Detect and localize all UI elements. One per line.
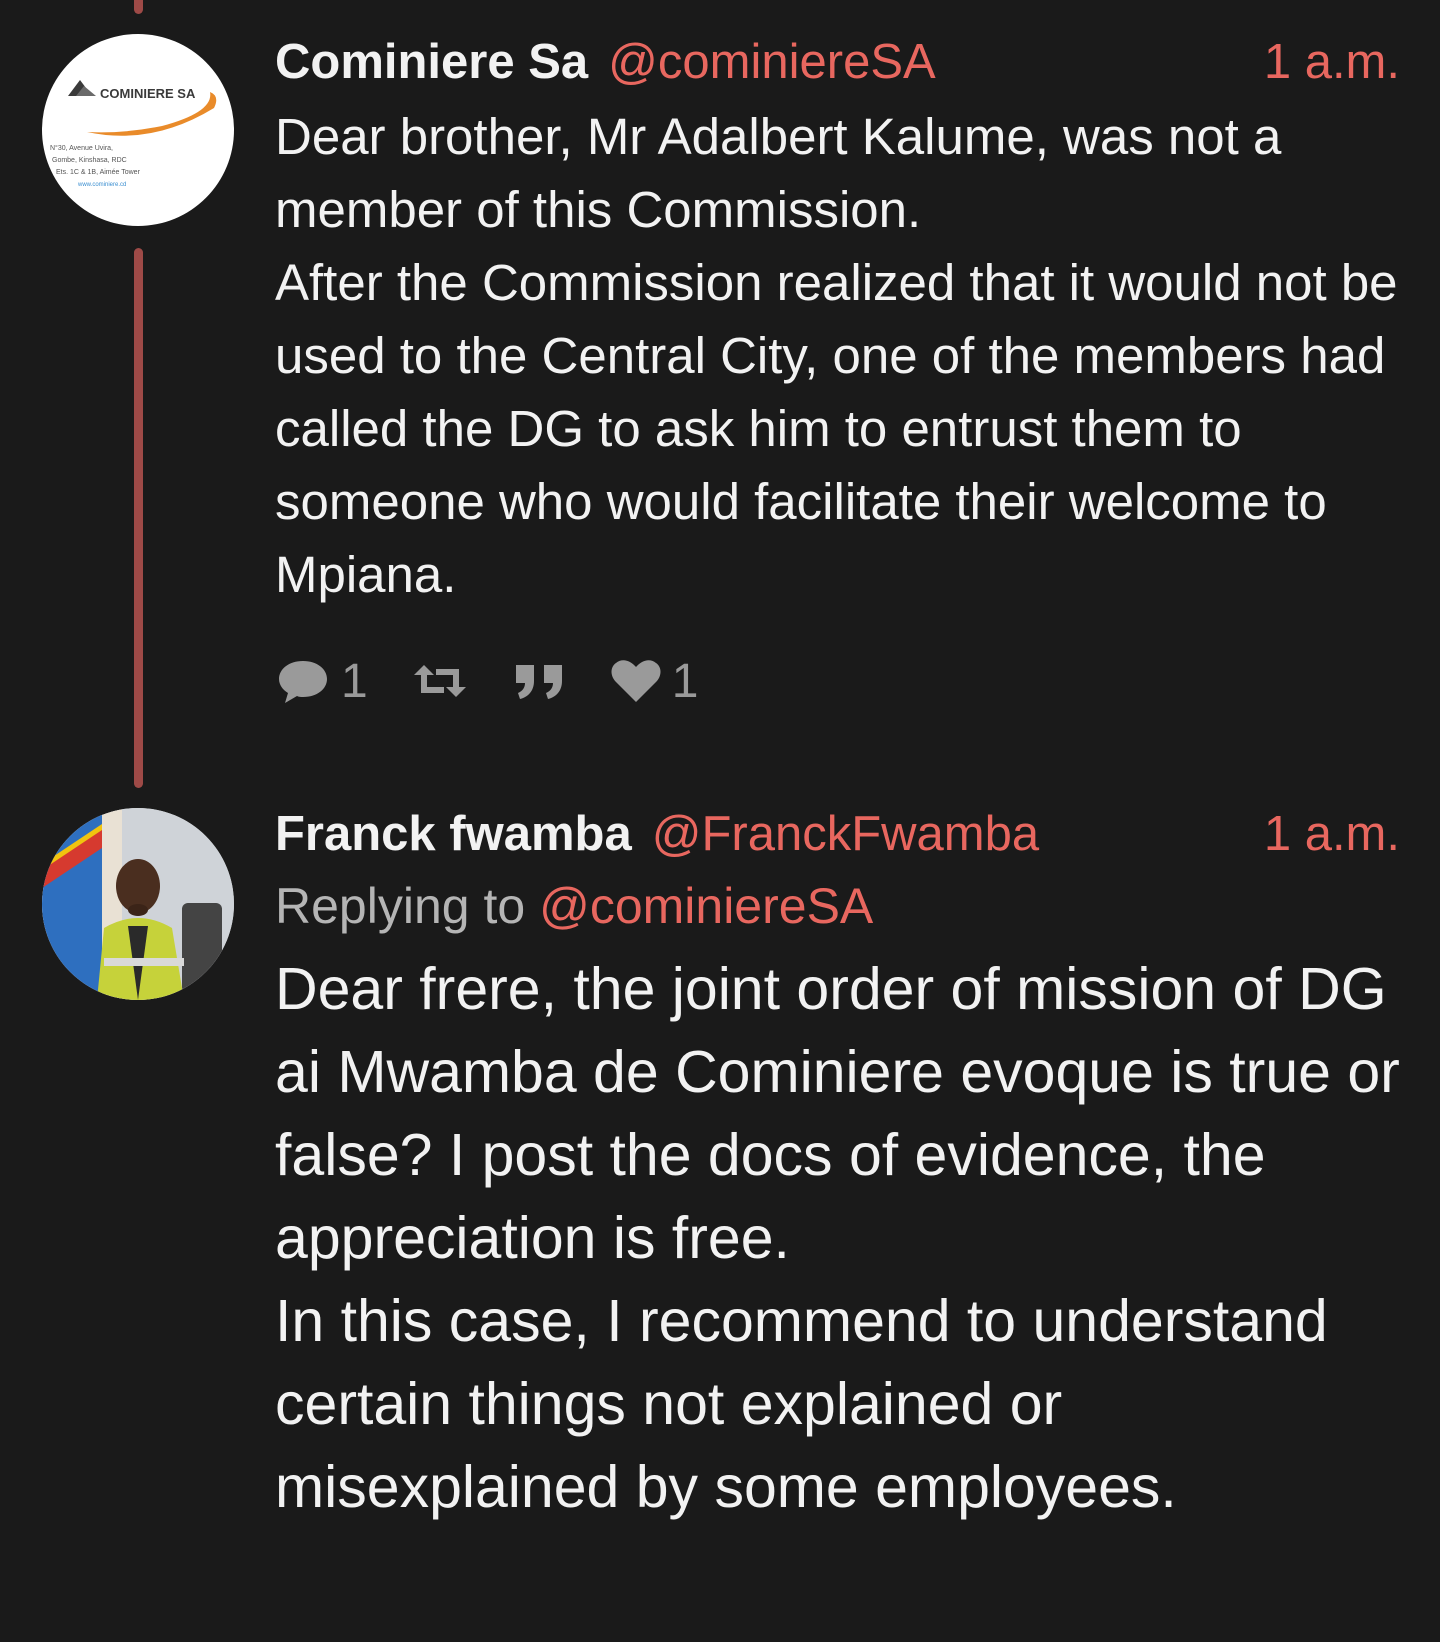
author-name[interactable]: Franck fwamba [275,807,632,861]
thread-line [134,248,143,788]
reply-count: 1 [341,654,368,708]
action-bar: 1 1 [275,651,1400,711]
quote-icon [515,665,562,699]
heart-icon [611,660,661,702]
svg-text:N°30, Avenue Uvira,: N°30, Avenue Uvira, [50,144,113,152]
author-handle[interactable]: @FranckFwamba [652,807,1039,861]
author-name[interactable]: Cominiere Sa [275,35,588,89]
comment-icon [279,661,327,703]
reply-button[interactable]: 1 [275,654,368,709]
tweet[interactable]: Franck fwamba @FranckFwamba 1 a.m. Replyi… [275,802,1400,1529]
svg-text:Gombe, Kinshasa, RDC: Gombe, Kinshasa, RDC [52,157,127,164]
quote-button[interactable] [512,659,568,703]
thread-line-top [134,0,143,14]
like-count: 1 [671,654,699,708]
timestamp[interactable]: 1 a.m. [1264,30,1400,94]
replying-to-handle[interactable]: @cominiereSA [539,878,873,934]
tweet-header: Franck fwamba @FranckFwamba 1 a.m. [275,802,1400,866]
timestamp[interactable]: 1 a.m. [1264,802,1400,866]
like-button[interactable]: 1 [610,654,699,709]
retweet-button[interactable] [410,657,470,705]
tweet-header: Cominiere Sa @cominiereSA 1 a.m. [275,30,1400,94]
author-handle[interactable]: @cominiereSA [608,35,936,89]
svg-text:www.cominiere.cd: www.cominiere.cd [77,182,126,188]
avatar[interactable] [42,808,234,1000]
tweet-body: Dear frere, the joint order of mission o… [275,956,1400,1520]
avatar[interactable]: COMINIERE SA N°30, Avenue Uvira, Gombe, … [42,34,234,226]
tweet-body: Dear brother, Mr Adalbert Kalume, was no… [275,108,1398,603]
svg-text:COMINIERE SA: COMINIERE SA [100,86,196,101]
user-photo-avatar [42,808,234,1000]
cominiere-logo-icon: COMINIERE SA N°30, Avenue Uvira, Gombe, … [50,80,217,188]
tweet[interactable]: Cominiere Sa @cominiereSA 1 a.m. Dear bro… [275,30,1400,711]
retweet-icon [413,665,466,697]
svg-text:Ets. 1C & 1B, Aimée Tower: Ets. 1C & 1B, Aimée Tower [56,169,141,176]
replying-to-label: Replying to [275,878,526,934]
replying-to: Replying to @cominiereSA [275,870,1400,942]
